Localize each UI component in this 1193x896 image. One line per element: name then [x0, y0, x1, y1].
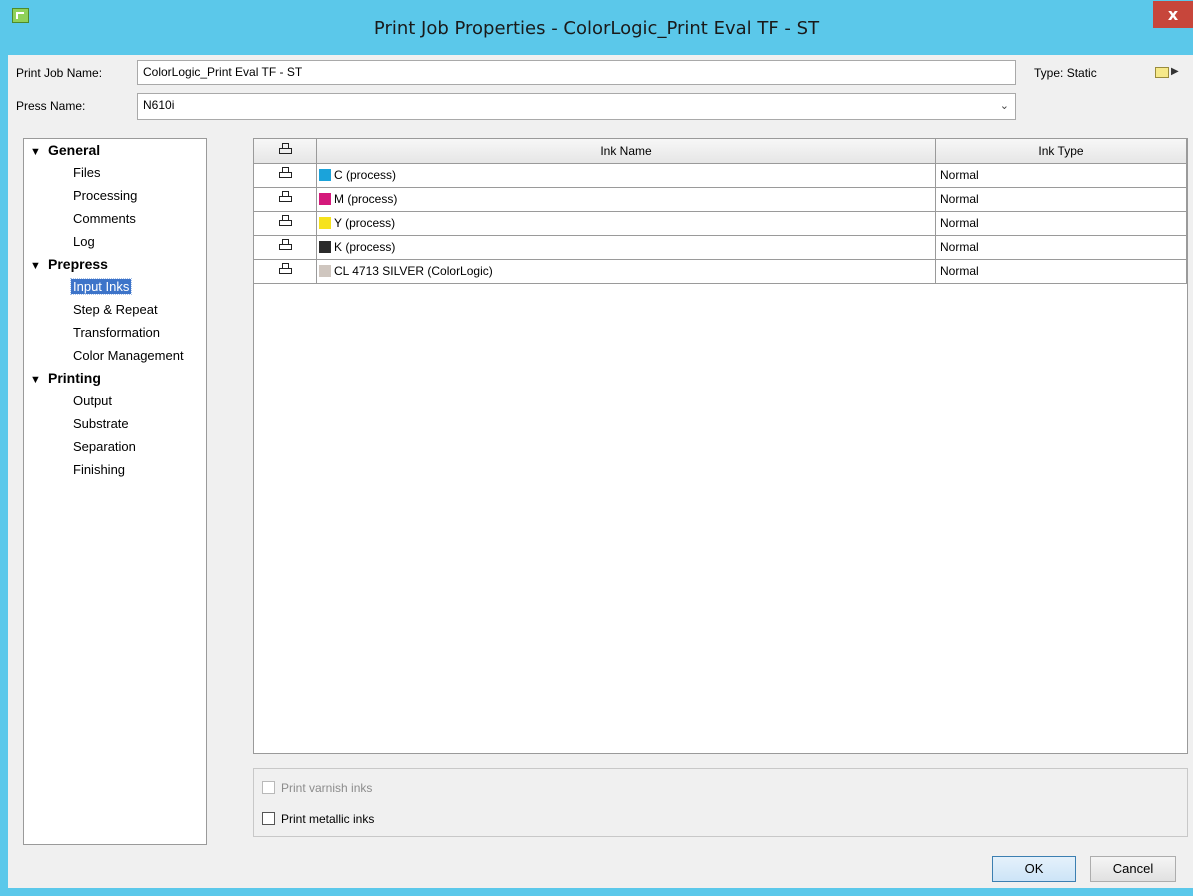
- tree-item-separation[interactable]: Separation: [71, 439, 138, 454]
- table-row[interactable]: Y (process) Normal: [254, 212, 1187, 236]
- ink-type-cell[interactable]: Normal: [936, 236, 1187, 259]
- type-value: Static: [1066, 66, 1097, 80]
- table-row[interactable]: K (process) Normal: [254, 236, 1187, 260]
- ink-name-cell: CL 4713 SILVER (ColorLogic): [317, 260, 936, 283]
- ink-table-header: Ink Name Ink Type: [254, 139, 1187, 164]
- ink-swatch: [319, 241, 331, 253]
- title-bar: Print Job Properties - ColorLogic_Print …: [0, 0, 1193, 62]
- print-toggle[interactable]: [254, 164, 317, 187]
- job-ticket-icon[interactable]: [1155, 67, 1169, 78]
- ink-type-cell[interactable]: Normal: [936, 188, 1187, 211]
- column-header-ink-type[interactable]: Ink Type: [936, 139, 1187, 163]
- tree-item-color-management[interactable]: Color Management: [71, 348, 186, 363]
- print-toggle[interactable]: [254, 188, 317, 211]
- press-name-label: Press Name:: [16, 99, 86, 113]
- window-title: Print Job Properties - ColorLogic_Print …: [373, 18, 820, 39]
- print-toggle[interactable]: [254, 236, 317, 259]
- expand-triangle-icon[interactable]: ▼: [30, 374, 48, 386]
- printer-icon: [278, 143, 292, 155]
- job-name-label: Print Job Name:: [16, 66, 103, 80]
- tree-item-substrate[interactable]: Substrate: [71, 416, 131, 431]
- ink-swatch: [319, 169, 331, 181]
- expand-triangle-icon[interactable]: ▼: [30, 260, 48, 272]
- tree-item-log[interactable]: Log: [71, 234, 97, 249]
- tree-item-comments[interactable]: Comments: [71, 211, 138, 226]
- print-varnish-checkbox[interactable]: Print varnish inks: [262, 781, 372, 795]
- ok-button[interactable]: OK: [992, 856, 1076, 882]
- ink-swatch: [319, 265, 331, 277]
- tree-category-prepress[interactable]: ▼ Prepress: [30, 256, 108, 272]
- tree-item-input-inks[interactable]: Input Inks: [69, 278, 133, 295]
- type-label: Type: Static: [1034, 66, 1097, 80]
- printer-icon: [278, 239, 292, 251]
- print-metallic-checkbox[interactable]: Print metallic inks: [262, 812, 374, 826]
- ink-swatch: [319, 193, 331, 205]
- print-varnish-label: Print varnish inks: [281, 781, 373, 795]
- tree-item-processing[interactable]: Processing: [71, 188, 139, 203]
- ink-swatch: [319, 217, 331, 229]
- cancel-button[interactable]: Cancel: [1090, 856, 1176, 882]
- tree-item-finishing[interactable]: Finishing: [71, 462, 127, 477]
- ink-table: Ink Name Ink Type C (process) Normal M (…: [253, 138, 1188, 754]
- table-row[interactable]: M (process) Normal: [254, 188, 1187, 212]
- printer-icon: [278, 167, 292, 179]
- expand-arrow-icon[interactable]: ▶: [1171, 66, 1179, 77]
- press-name-select[interactable]: N610i ⌄: [137, 93, 1016, 120]
- printer-icon: [278, 263, 292, 275]
- checkbox-box[interactable]: [262, 812, 275, 825]
- print-toggle[interactable]: [254, 212, 317, 235]
- ink-type-cell[interactable]: Normal: [936, 260, 1187, 283]
- type-label-text: Type:: [1034, 66, 1064, 80]
- table-row[interactable]: C (process) Normal: [254, 164, 1187, 188]
- press-name-value: N610i: [143, 98, 175, 112]
- ink-name-cell: Y (process): [317, 212, 936, 235]
- ink-name-cell: C (process): [317, 164, 936, 187]
- ink-type-cell[interactable]: Normal: [936, 164, 1187, 187]
- table-row[interactable]: CL 4713 SILVER (ColorLogic) Normal: [254, 260, 1187, 284]
- tree-item-step-repeat[interactable]: Step & Repeat: [71, 302, 160, 317]
- ink-name-cell: K (process): [317, 236, 936, 259]
- ink-options-panel: Print varnish inks Print metallic inks: [253, 768, 1188, 837]
- printer-icon: [278, 215, 292, 227]
- chevron-down-icon[interactable]: ⌄: [1000, 99, 1009, 112]
- dialog-body: Print Job Name: ColorLogic_Print Eval TF…: [8, 55, 1193, 888]
- tree-item-files[interactable]: Files: [71, 165, 102, 180]
- properties-tree: ▼ General Files Processing Comments Log ▼…: [23, 138, 207, 845]
- column-header-ink-name[interactable]: Ink Name: [317, 139, 936, 163]
- print-toggle[interactable]: [254, 260, 317, 283]
- tree-item-output[interactable]: Output: [71, 393, 114, 408]
- checkbox-box[interactable]: [262, 781, 275, 794]
- tree-category-general[interactable]: ▼ General: [30, 142, 100, 158]
- printer-icon: [278, 191, 292, 203]
- tree-item-transformation[interactable]: Transformation: [71, 325, 162, 340]
- expand-triangle-icon[interactable]: ▼: [30, 146, 48, 158]
- job-name-field[interactable]: ColorLogic_Print Eval TF - ST: [137, 60, 1016, 85]
- ink-type-cell[interactable]: Normal: [936, 212, 1187, 235]
- ink-name-cell: M (process): [317, 188, 936, 211]
- print-metallic-label: Print metallic inks: [281, 812, 375, 826]
- close-button[interactable]: x: [1153, 1, 1193, 28]
- column-header-print[interactable]: [254, 139, 317, 163]
- tree-category-printing[interactable]: ▼ Printing: [30, 370, 101, 386]
